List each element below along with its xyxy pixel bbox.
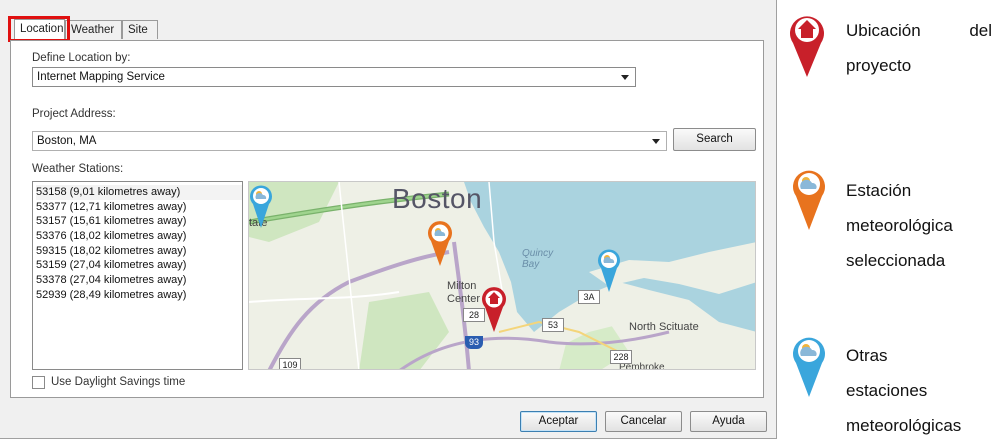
legend-text-line: estaciones bbox=[846, 381, 928, 400]
map-label-boston: Boston bbox=[392, 183, 483, 214]
list-item[interactable]: 53376 (18,02 kilometres away) bbox=[36, 229, 242, 244]
legend-text-line: del bbox=[969, 21, 992, 40]
tab-location[interactable]: Location bbox=[14, 19, 65, 40]
legend-text-line: proyecto bbox=[846, 56, 912, 75]
weather-stations-list[interactable]: 53158 (9,01 kilometres away) 53377 (12,7… bbox=[32, 181, 243, 370]
list-item[interactable]: 52939 (28,49 kilometres away) bbox=[36, 288, 242, 303]
route-shield: 3A bbox=[578, 290, 600, 304]
map-label-quincy-bay: Quincy Bay bbox=[522, 248, 554, 270]
other-station-pin-icon[interactable] bbox=[597, 248, 621, 292]
define-location-value: Internet Mapping Service bbox=[37, 71, 165, 83]
define-location-label: Define Location by: bbox=[32, 52, 131, 64]
ok-button[interactable]: Aceptar bbox=[520, 411, 597, 432]
map-label-milton-center: Center bbox=[447, 293, 481, 305]
map-label-milton: Milton bbox=[447, 280, 477, 292]
list-item[interactable]: 53157 (15,61 kilometres away) bbox=[36, 214, 242, 229]
route-shield: 109 bbox=[279, 358, 301, 369]
legend-text-line: Ubicación bbox=[846, 21, 921, 40]
tab-weather[interactable]: Weather bbox=[65, 20, 122, 39]
other-station-legend-icon bbox=[793, 337, 825, 397]
legend-selected-station: Estación meteorológica seleccionada bbox=[846, 173, 953, 278]
selected-station-legend-icon bbox=[793, 170, 825, 230]
map-label-north-scituate: North Scituate bbox=[629, 321, 699, 333]
define-location-select[interactable]: Internet Mapping Service bbox=[32, 67, 636, 87]
location-dialog: Location Weather Site Define Location by… bbox=[0, 0, 777, 439]
map-canvas bbox=[249, 182, 755, 369]
legend-text-line: Estación bbox=[846, 181, 912, 200]
other-station-pin-icon[interactable] bbox=[249, 184, 273, 228]
project-location-pin-icon[interactable] bbox=[481, 286, 507, 332]
legend-other-stations: Otras estaciones meteorológicas bbox=[846, 338, 961, 443]
dropdown-arrow-icon bbox=[652, 139, 660, 144]
route-shield: 228 bbox=[610, 350, 632, 364]
project-address-label: Project Address: bbox=[32, 108, 116, 120]
project-address-input[interactable]: Boston, MA bbox=[32, 131, 667, 151]
list-item[interactable]: 53377 (12,71 kilometres away) bbox=[36, 200, 242, 215]
list-item[interactable]: 53158 (9,01 kilometres away) bbox=[36, 185, 242, 200]
list-item[interactable]: 53159 (27,04 kilometres away) bbox=[36, 258, 242, 273]
project-address-value: Boston, MA bbox=[37, 135, 97, 147]
help-button[interactable]: Ayuda bbox=[690, 411, 767, 432]
list-item[interactable]: 53378 (27,04 kilometres away) bbox=[36, 273, 242, 288]
dropdown-arrow-icon bbox=[621, 75, 629, 80]
legend-text-line: Otras bbox=[846, 346, 888, 365]
tab-site[interactable]: Site bbox=[122, 20, 158, 39]
cancel-button[interactable]: Cancelar bbox=[605, 411, 682, 432]
selected-station-pin-icon[interactable] bbox=[427, 220, 453, 266]
legend-project-location: Ubicación del proyecto bbox=[846, 13, 992, 83]
route-shield: 53 bbox=[542, 318, 564, 332]
legend-text-line: meteorológicas bbox=[846, 416, 962, 435]
project-location-legend-icon bbox=[790, 16, 824, 77]
list-item[interactable]: 59315 (18,02 kilometres away) bbox=[36, 244, 242, 259]
map-view[interactable]: Boston Quincy Bay Milton Center North Sc… bbox=[248, 181, 756, 370]
interstate-shield: 93 bbox=[465, 336, 483, 349]
weather-stations-label: Weather Stations: bbox=[32, 163, 124, 175]
legend-text-line: meteorológica bbox=[846, 216, 953, 235]
daylight-savings-label: Use Daylight Savings time bbox=[51, 376, 186, 388]
legend-text-line: seleccionada bbox=[846, 251, 946, 270]
search-button[interactable]: Search bbox=[673, 128, 756, 151]
daylight-savings-checkbox[interactable] bbox=[32, 376, 45, 389]
